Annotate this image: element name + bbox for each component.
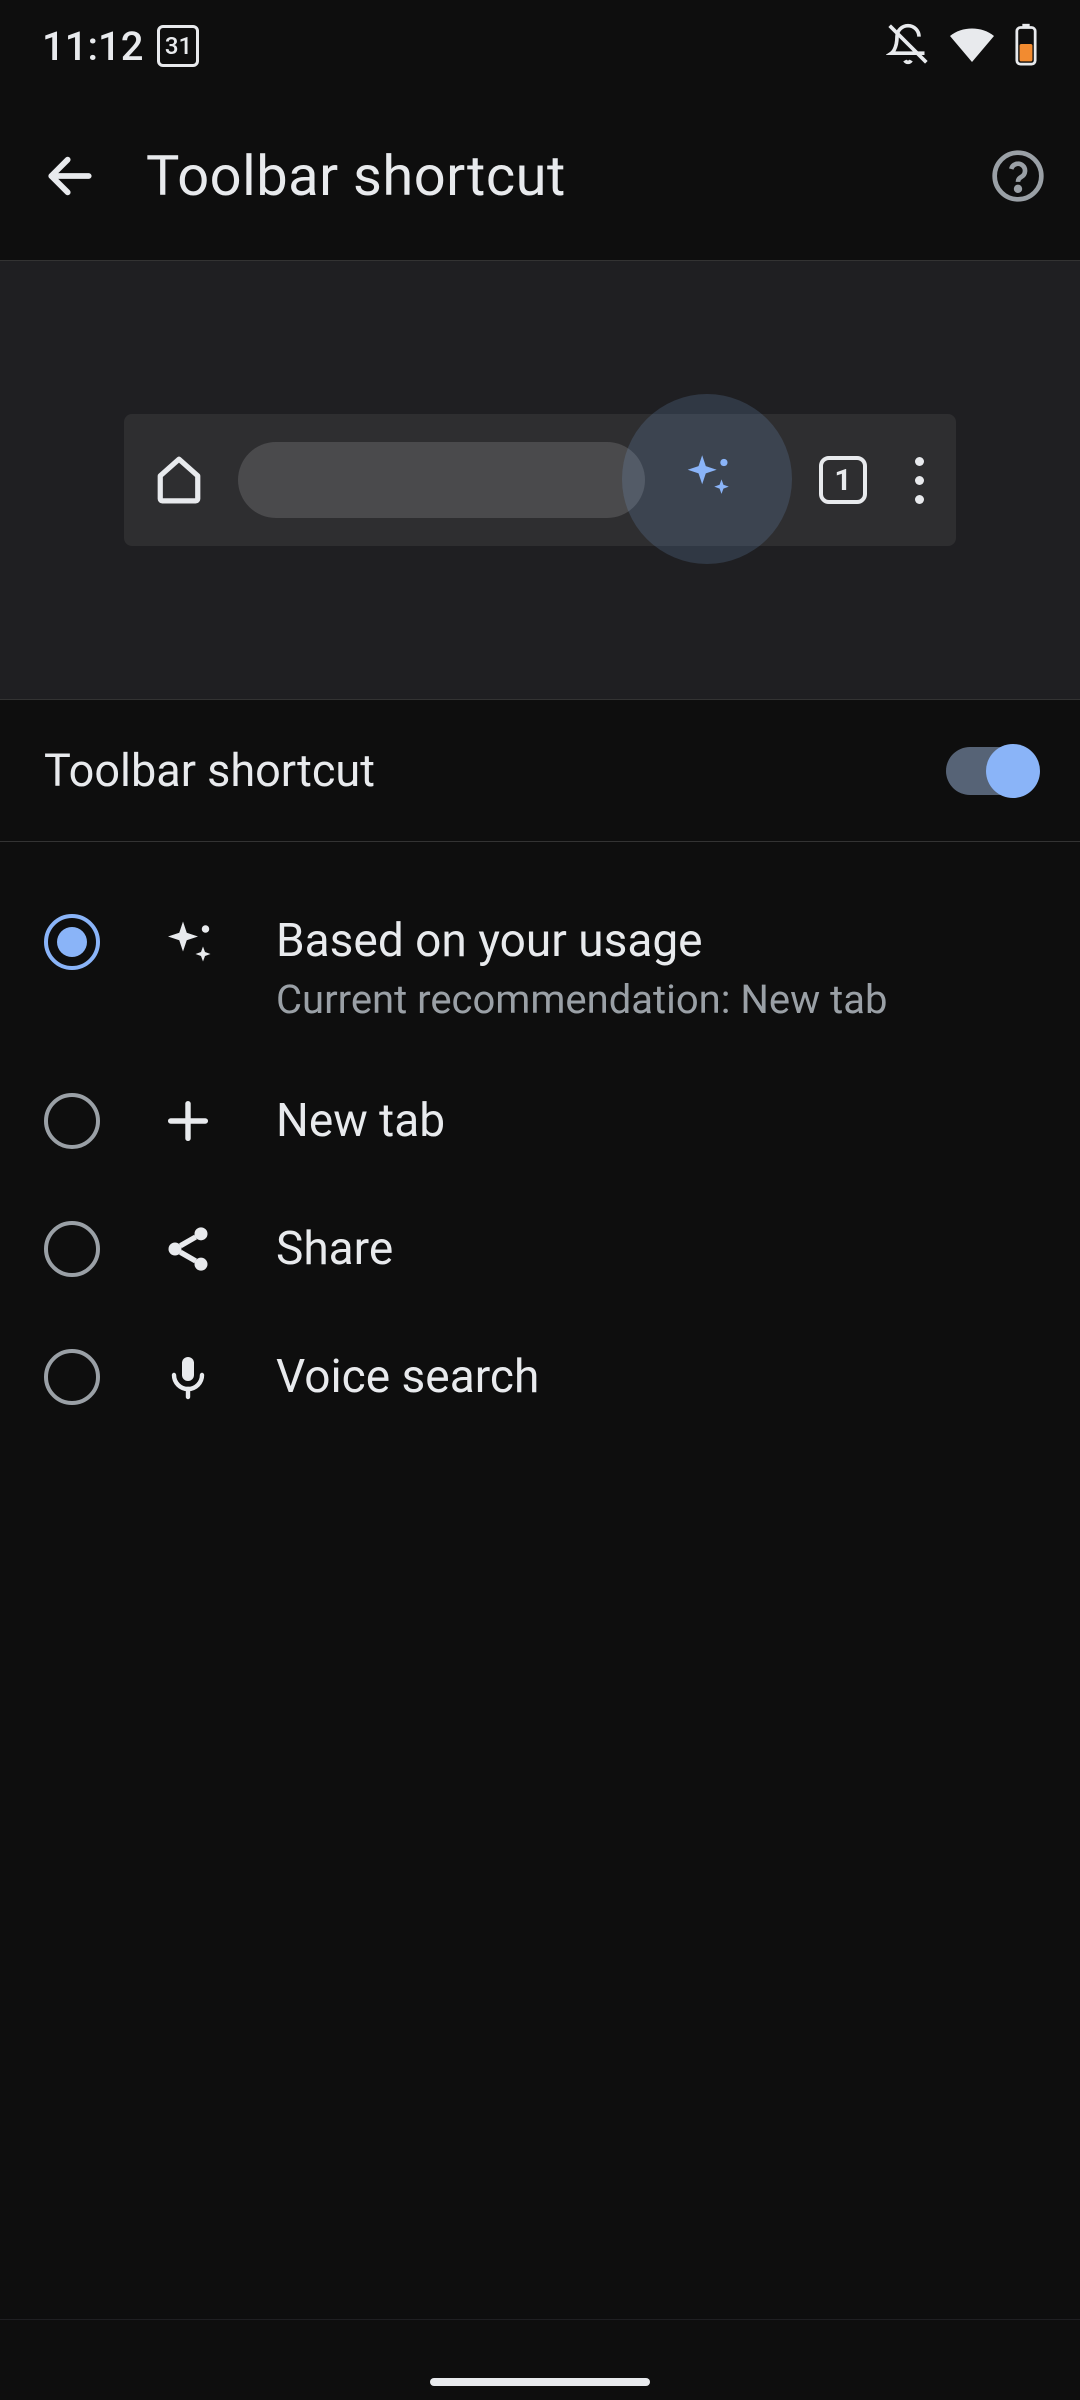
toggle-label: Toolbar shortcut bbox=[44, 744, 375, 797]
browser-bar-preview: 1 bbox=[124, 414, 956, 546]
toggle-switch-thumb bbox=[986, 744, 1040, 798]
battery-icon bbox=[1014, 22, 1038, 70]
share-icon bbox=[158, 1219, 218, 1279]
option-subtitle: Current recommendation: New tab bbox=[276, 976, 887, 1023]
option-title: Share bbox=[276, 1222, 393, 1276]
sparkle-icon bbox=[678, 448, 736, 510]
more-menu-icon bbox=[915, 457, 924, 504]
option-title: New tab bbox=[276, 1094, 445, 1148]
radio-button[interactable] bbox=[44, 1221, 100, 1277]
option-title: Based on your usage bbox=[276, 914, 887, 968]
omnibox-preview bbox=[238, 442, 645, 518]
radio-button[interactable] bbox=[44, 1093, 100, 1149]
shortcut-highlight bbox=[622, 394, 792, 564]
app-bar: Toolbar shortcut bbox=[0, 92, 1080, 260]
option-share[interactable]: Share bbox=[0, 1185, 1080, 1313]
toolbar-shortcut-toggle-row[interactable]: Toolbar shortcut bbox=[0, 700, 1080, 842]
home-icon bbox=[150, 451, 208, 509]
radio-button[interactable] bbox=[44, 914, 100, 970]
divider bbox=[0, 2319, 1080, 2320]
wifi-icon bbox=[948, 20, 996, 72]
shortcut-options-list: Based on your usage Current recommendati… bbox=[0, 842, 1080, 1441]
option-new-tab[interactable]: New tab bbox=[0, 1057, 1080, 1185]
status-date-badge: 31 bbox=[157, 25, 199, 67]
option-voice-search[interactable]: Voice search bbox=[0, 1313, 1080, 1441]
plus-icon bbox=[158, 1091, 218, 1151]
toolbar-preview: 1 bbox=[0, 260, 1080, 700]
sparkle-icon bbox=[158, 914, 218, 974]
option-based-on-usage[interactable]: Based on your usage Current recommendati… bbox=[0, 874, 1080, 1057]
help-button[interactable] bbox=[986, 144, 1050, 208]
page-title: Toolbar shortcut bbox=[146, 143, 986, 209]
mic-icon bbox=[158, 1347, 218, 1407]
toggle-switch[interactable] bbox=[946, 747, 1036, 795]
option-title: Voice search bbox=[276, 1350, 539, 1404]
status-bar: 11:12 31 bbox=[0, 0, 1080, 92]
status-time: 11:12 bbox=[42, 23, 143, 70]
tab-count: 1 bbox=[819, 456, 867, 504]
back-button[interactable] bbox=[30, 136, 110, 216]
navigation-handle[interactable] bbox=[430, 2378, 650, 2386]
notifications-off-icon bbox=[886, 22, 930, 70]
radio-button[interactable] bbox=[44, 1349, 100, 1405]
